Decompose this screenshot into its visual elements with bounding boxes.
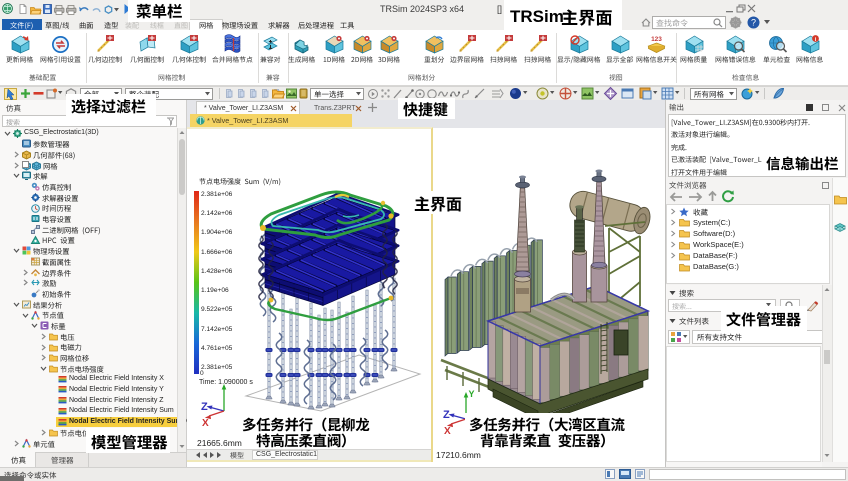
- svg-text:X: X: [202, 418, 209, 429]
- svg-text:123: 123: [651, 36, 662, 43]
- svg-text:Z: Z: [443, 409, 450, 421]
- svg-text:X: X: [444, 426, 451, 437]
- svg-text:?: ?: [751, 18, 756, 28]
- svg-text:Y: Y: [469, 389, 475, 399]
- svg-text:Z: Z: [201, 401, 208, 413]
